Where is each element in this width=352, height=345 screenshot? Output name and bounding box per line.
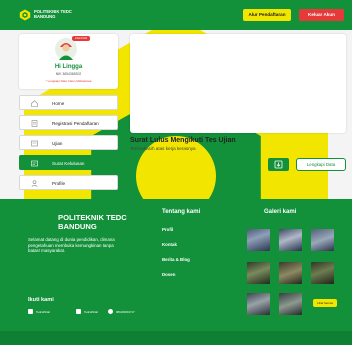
sidebar-item-profile[interactable]: Profile — [19, 175, 118, 190]
gallery-image[interactable] — [279, 262, 302, 284]
sidebar-item-registrasi[interactable]: Registrasi Pendaftaran — [19, 115, 118, 130]
social-label: 081260001717 — [116, 309, 135, 314]
avatar — [55, 38, 77, 60]
logout-button[interactable]: Keluar Akun — [299, 9, 344, 21]
alur-pendaftaran-button[interactable]: Alur Pendaftaran — [243, 9, 291, 21]
home-icon — [31, 100, 38, 107]
download-button[interactable] — [268, 158, 289, 171]
sidebar-item-home[interactable]: Home — [19, 95, 118, 110]
facebook-icon — [28, 309, 33, 314]
footer-link-berita[interactable]: Berita & Blog — [162, 257, 190, 262]
footer-bottom-bar — [0, 331, 352, 345]
footer-brand-line2: BANDUNG — [58, 222, 97, 231]
certificate-preview — [130, 34, 346, 133]
brand-line2: BANDUNG — [34, 14, 56, 19]
footer-link-profil[interactable]: Profil — [162, 227, 173, 232]
footer-tentang-title: Tentang kami — [162, 209, 201, 215]
nik-text: NIK 3654365302 — [55, 72, 82, 76]
sidebar-item-label: Registrasi Pendaftaran — [52, 121, 99, 126]
footer-galeri-title: Galeri kami — [264, 209, 297, 215]
sidebar-item-surat-kelulusan[interactable]: Surat Kelulusan — [19, 155, 118, 170]
sidebar-item-label: Profile — [52, 181, 66, 186]
gallery-image[interactable] — [311, 262, 334, 284]
lengkapi-data-button[interactable]: Lengkapi Data — [296, 158, 346, 171]
gallery-image[interactable] — [311, 229, 334, 251]
whatsapp-icon — [108, 309, 113, 314]
social-label: Tedcofficial — [84, 309, 98, 314]
complete-data-link[interactable]: * Lengkapi Data Calon Mahasiswa — [19, 79, 118, 83]
brand-name: POLITEKNIK TEDC BANDUNG — [34, 9, 72, 19]
sidebar-item-label: Surat Kelulusan — [52, 161, 85, 166]
social-instagram[interactable]: Tedcofficial — [76, 309, 98, 314]
social-facebook[interactable]: Tedcofficial — [28, 309, 50, 314]
instagram-icon — [76, 309, 81, 314]
certificate-icon — [31, 160, 38, 167]
footer-description: Selamat datang di dunia pendidikan, dima… — [28, 237, 115, 254]
download-icon — [274, 160, 283, 169]
gallery-image[interactable] — [247, 293, 270, 315]
polytechnic-logo-icon[interactable] — [19, 9, 31, 21]
sidebar-item-label: Home — [52, 101, 65, 106]
social-label: Tedcofficial — [36, 309, 50, 314]
gallery-image[interactable] — [279, 229, 302, 251]
page-subtitle: Terimakasih atas kerja kerasnya — [130, 146, 196, 151]
page-title: Surat Lulus Mengikuti Tes Ujian — [130, 137, 236, 144]
footer-link-kontak[interactable]: Kontak — [162, 242, 177, 247]
exam-icon — [31, 140, 38, 147]
footer-brand-line1: POLITEKNIK TEDC — [58, 213, 127, 222]
sidebar-item-ujian[interactable]: Ujian — [19, 135, 118, 150]
social-whatsapp[interactable]: 081260001717 — [108, 309, 135, 314]
footer-link-dosen[interactable]: Dosen — [162, 272, 175, 277]
footer-ikuti-title: Ikuti kami — [28, 297, 54, 303]
gallery-image[interactable] — [279, 293, 302, 315]
footer-brand: POLITEKNIK TEDC BANDUNG — [58, 213, 127, 231]
gallery-image[interactable] — [247, 262, 270, 284]
form-icon — [31, 120, 38, 127]
gallery-image[interactable] — [247, 229, 270, 251]
sidebar-item-label: Ujian — [52, 141, 63, 146]
user-icon — [31, 180, 38, 187]
greeting: Hi Lingga — [54, 64, 83, 70]
lihat-semua-button[interactable]: Lihat Semua — [313, 299, 337, 307]
